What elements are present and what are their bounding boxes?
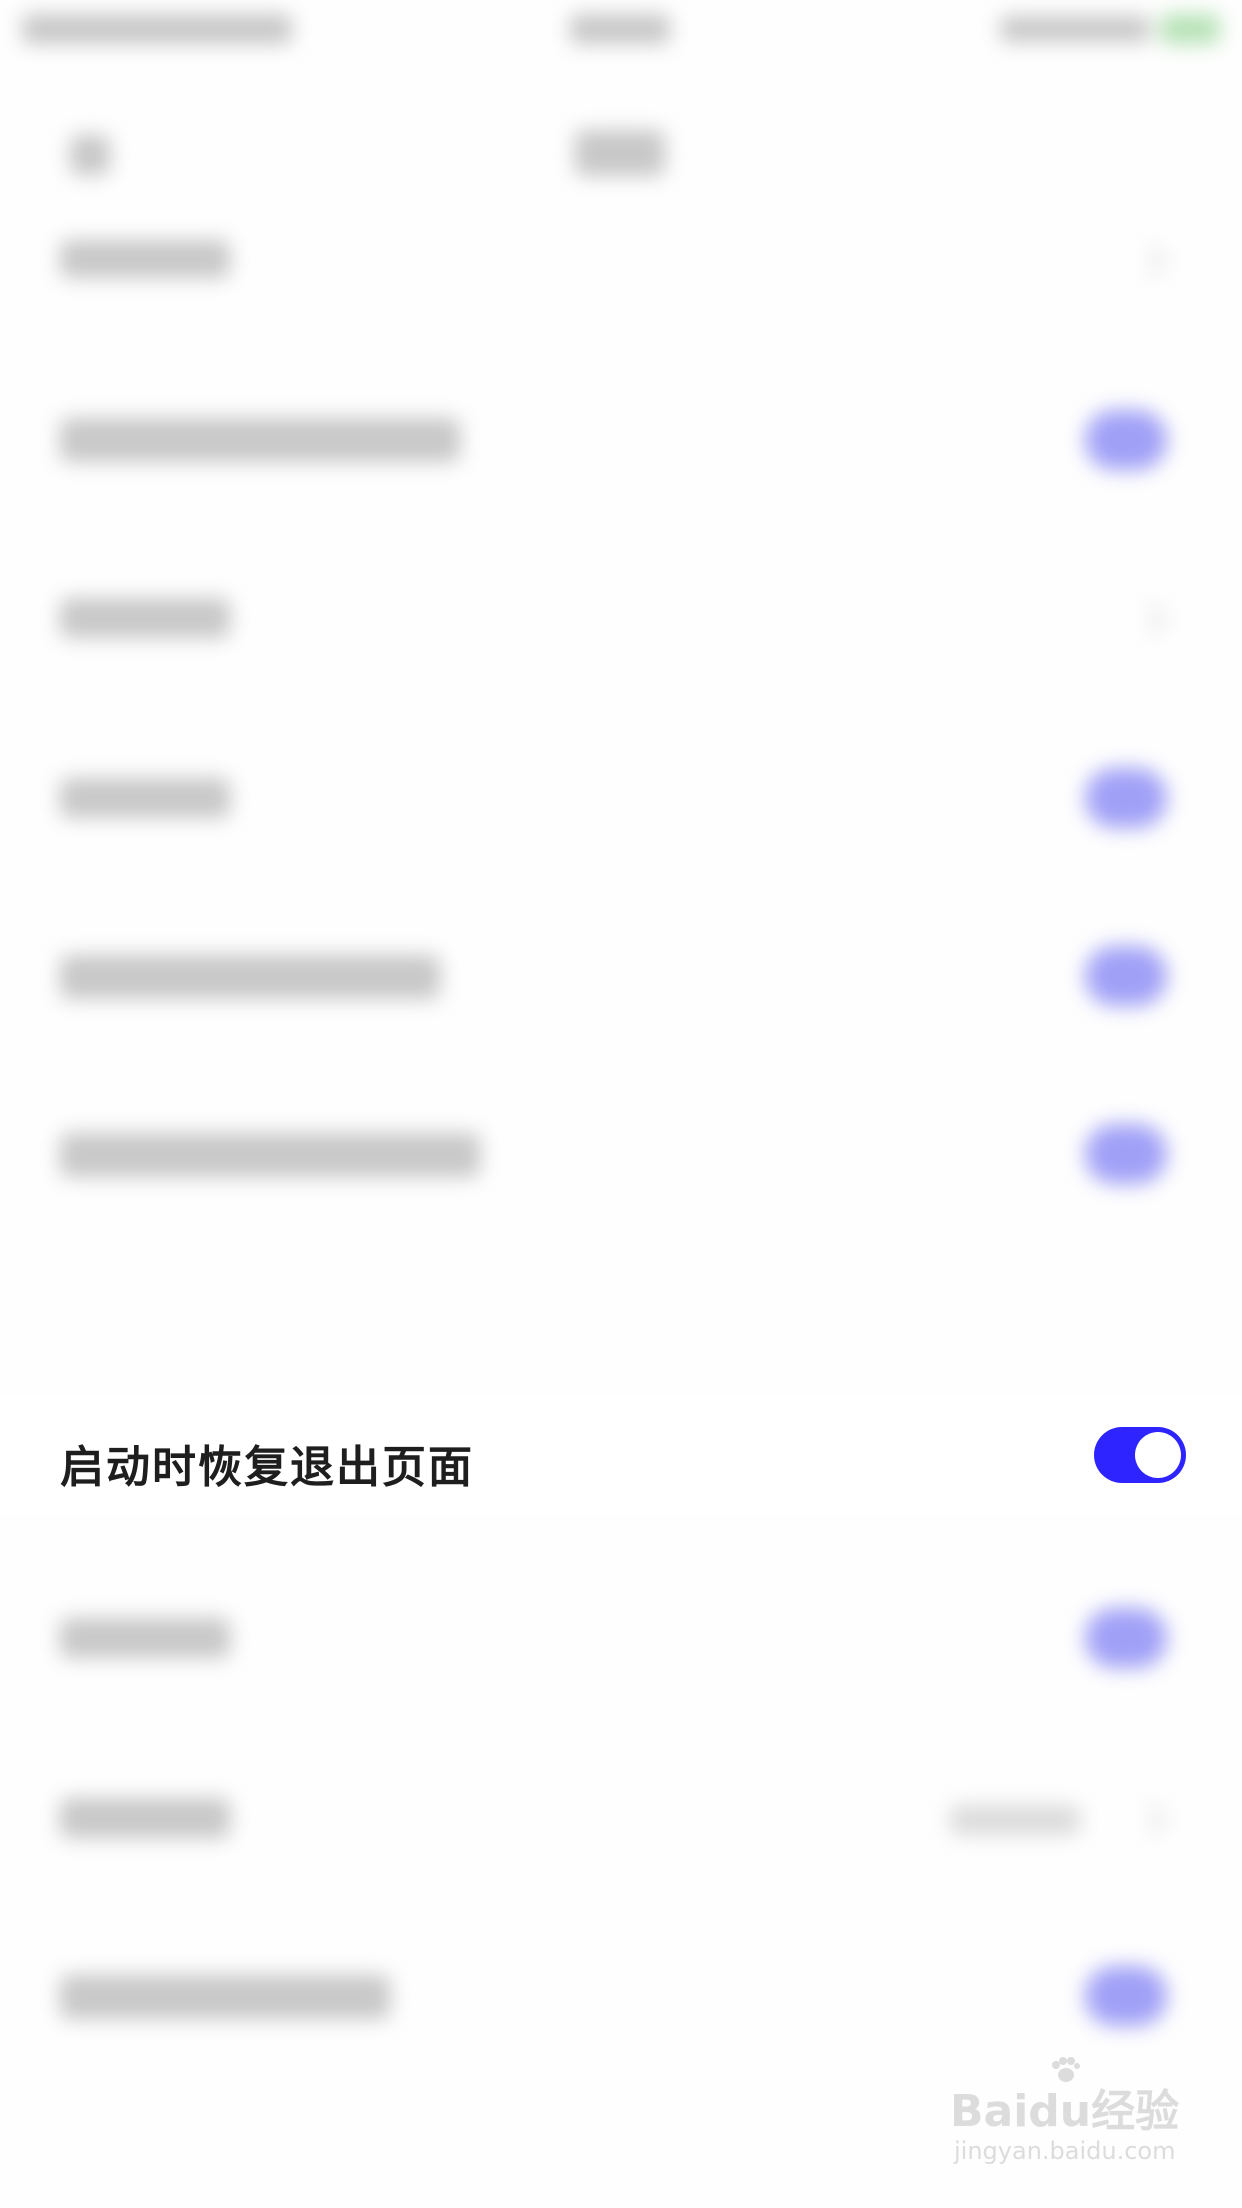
blurred-toggle-6[interactable]: [1085, 1124, 1167, 1184]
blurred-row-label-3: [60, 598, 230, 638]
setting-label: 启动时恢复退出页面: [60, 1442, 474, 1493]
status-bar-time: [570, 14, 670, 44]
blurred-row-label-8: [60, 1618, 230, 1658]
chevron-right-icon: [1135, 603, 1167, 635]
settings-screen: 启动时恢复退出页面 Baidu经验 jingyan.baidu.com: [0, 0, 1242, 2208]
status-bar-indicators: [1000, 16, 1150, 42]
watermark: Baidu经验 jingyan.baidu.com: [950, 2057, 1190, 2185]
blurred-settings-list: [0, 0, 1242, 2208]
blurred-toggle-5[interactable]: [1085, 946, 1167, 1006]
watermark-brand: Baidu经验: [950, 2086, 1180, 2137]
blurred-row-label-4: [60, 778, 230, 818]
blurred-row-value-9: [950, 1805, 1080, 1835]
page-title: [575, 130, 665, 176]
battery-icon: [1160, 14, 1220, 44]
chevron-right-icon: [1135, 245, 1167, 277]
chevron-right-icon: [1135, 1803, 1167, 1835]
blurred-row-label-5: [60, 955, 440, 999]
blurred-row-label-10: [60, 1975, 390, 2019]
watermark-url: jingyan.baidu.com: [954, 2137, 1176, 2165]
restore-pages-toggle[interactable]: [1094, 1427, 1186, 1483]
blurred-row-label-1: [60, 240, 230, 278]
status-bar-carrier: [22, 14, 292, 44]
blurred-row-label-6: [60, 1133, 480, 1177]
blurred-toggle-8[interactable]: [1085, 1608, 1167, 1668]
blurred-row-label-9: [60, 1798, 230, 1838]
blurred-toggle-2[interactable]: [1085, 410, 1167, 470]
blurred-toggle-10[interactable]: [1085, 1966, 1167, 2026]
back-icon[interactable]: [70, 135, 110, 175]
blurred-row-label-2: [60, 418, 460, 462]
toggle-knob: [1135, 1432, 1181, 1478]
setting-row-restore-pages[interactable]: 启动时恢复退出页面: [0, 1395, 1242, 1515]
blurred-toggle-4[interactable]: [1085, 768, 1167, 828]
